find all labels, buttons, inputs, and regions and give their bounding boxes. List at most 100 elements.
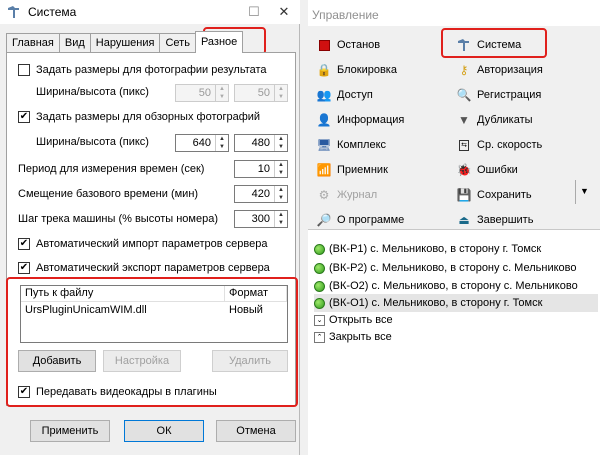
menu-registration[interactable]: 🔍 Регистрация — [456, 85, 542, 105]
period-label: Период для измерения времен (сек) — [18, 163, 205, 175]
tab-network[interactable]: Сеть — [159, 33, 196, 53]
menu-info[interactable]: 👤 Информация — [316, 110, 405, 130]
tab-strip: Главная Вид Нарушения Сеть Разное — [6, 31, 244, 53]
close-icon: ✕ — [278, 4, 290, 19]
menu-exit[interactable]: ⏏ Завершить — [456, 210, 533, 230]
result-width-spinner[interactable]: 50 ▲ ▼ — [175, 84, 229, 102]
col-path-header[interactable]: Путь к файлу — [21, 286, 225, 301]
status-ok-icon — [314, 280, 325, 292]
collapse-all-link[interactable]: ⌃ Закрыть все — [314, 329, 392, 345]
dialog-title: Система — [28, 5, 77, 19]
send-frames-checkbox[interactable]: ✔ — [18, 386, 30, 398]
menu-lock[interactable]: 🔒 Блокировка — [316, 60, 397, 80]
info-user-icon: 👤 — [316, 113, 332, 127]
setup-button[interactable]: Настройка — [103, 350, 181, 372]
camera-item[interactable]: (ВК-Р1) с. Мельниково, в сторону г. Томс… — [314, 240, 598, 258]
auto-import-label: Автоматический импорт параметров сервера — [36, 238, 268, 250]
menu-avg-speed[interactable]: ⇆ Ср. скорость — [456, 135, 542, 155]
spin-arrows-icon: ▲ ▼ — [274, 186, 287, 202]
menu-receiver[interactable]: 📶 Приемник — [316, 160, 388, 180]
overview-size-label: Задать размеры для обзорных фотографий — [36, 111, 261, 123]
bug-icon: 🐞 — [456, 163, 472, 177]
camera-item[interactable]: (ВК-О1) с. Мельниково, в сторону г. Томс… — [314, 294, 598, 312]
plugin-list[interactable]: Путь к файлу Формат UrsPluginUnicamWIM.d… — [20, 285, 288, 343]
menu-system[interactable]: Система — [456, 35, 521, 55]
auto-import-checkbox[interactable]: ✔ — [18, 238, 30, 250]
apply-button[interactable]: Применить — [30, 420, 110, 442]
menu-duplicates-label: Дубликаты — [477, 114, 533, 126]
menu-avg-speed-label: Ср. скорость — [477, 139, 543, 151]
overview-width-spinner[interactable]: 640 ▲ ▼ — [175, 134, 229, 152]
plugin-list-header: Путь к файлу Формат — [21, 286, 287, 302]
menu-duplicates[interactable]: ▼ Дубликаты — [456, 110, 533, 130]
menu-errors[interactable]: 🐞 Ошибки — [456, 160, 518, 180]
plugin-path-cell: UrsPluginUnicamWIM.dll — [25, 304, 147, 316]
send-frames-row[interactable]: ✔ Передавать видеокадры в плагины — [18, 386, 217, 398]
tab-violations[interactable]: Нарушения — [89, 33, 161, 53]
menu-stop-label: Останов — [337, 39, 381, 51]
plugin-format-cell: Новый — [229, 304, 263, 316]
menu-registration-label: Регистрация — [477, 89, 542, 101]
auto-export-label: Автоматический экспорт параметров сервер… — [36, 262, 270, 274]
menu-system-label: Система — [477, 39, 522, 51]
menu-save[interactable]: 💾 Сохранить — [456, 185, 532, 205]
camera-label: (ВК-О2) с. Мельниково, в сторону с. Мель… — [329, 280, 578, 292]
stop-icon — [316, 37, 332, 53]
auto-export-row[interactable]: ✔ Автоматический экспорт параметров серв… — [18, 262, 270, 274]
camera-item[interactable]: (ВК-О2) с. Мельниково, в сторону с. Мель… — [314, 277, 598, 295]
cancel-button[interactable]: Отмена — [216, 420, 296, 442]
overview-height-spinner[interactable]: 480 ▲ ▼ — [234, 134, 288, 152]
expand-all-link[interactable]: ⌄ Открыть все — [314, 312, 393, 328]
overview-size-checkbox[interactable]: ✔ — [18, 111, 30, 123]
col-format-header[interactable]: Формат — [225, 286, 287, 301]
menu-access[interactable]: 👥 Доступ — [316, 85, 373, 105]
expand-all-label: Открыть все — [329, 314, 393, 326]
ok-button[interactable]: ОК — [124, 420, 204, 442]
result-height-spinner[interactable]: 50 ▲ ▼ — [234, 84, 288, 102]
status-ok-icon — [314, 243, 325, 255]
magnifier-icon: 🔍 — [456, 88, 472, 102]
save-icon: 💾 — [456, 188, 472, 202]
menu-receiver-label: Приемник — [337, 164, 388, 176]
tab-view[interactable]: Вид — [58, 33, 91, 53]
camera-label: (ВК-Р1) с. Мельниково, в сторону г. Томс… — [329, 243, 542, 255]
overview-size-checkbox-row[interactable]: ✔ Задать размеры для обзорных фотографий — [18, 111, 260, 123]
result-size-label: Задать размеры для фотографии результата — [36, 64, 267, 76]
dropdown-arrow-icon[interactable]: ▼ — [580, 186, 589, 196]
auto-export-checkbox[interactable]: ✔ — [18, 262, 30, 274]
about-icon: 🔎 — [316, 213, 332, 227]
add-button[interactable]: Добавить — [18, 350, 96, 372]
status-ok-icon — [314, 297, 325, 309]
menu-exit-label: Завершить — [477, 214, 534, 226]
menu-stop[interactable]: Останов — [316, 35, 380, 55]
collapse-all-label: Закрыть все — [329, 331, 392, 343]
monitor-icon: 🖥 — [316, 138, 332, 152]
panel-title: Управление — [312, 8, 379, 22]
menu-about[interactable]: 🔎 О программе — [316, 210, 405, 230]
menu-about-label: О программе — [337, 214, 405, 226]
tab-misc[interactable]: Разное — [194, 31, 244, 53]
overview-wh-label: Ширина/высота (пикс) — [36, 136, 149, 148]
spin-arrows-icon: ▲ ▼ — [274, 85, 287, 101]
menu-auth[interactable]: ⚷ Авторизация — [456, 60, 543, 80]
table-row[interactable]: UrsPluginUnicamWIM.dll Новый — [21, 302, 287, 318]
camera-item[interactable]: (ВК-Р2) с. Мельниково, в сторону с. Мель… — [314, 259, 598, 277]
menu-journal[interactable]: ⚙ Журнал — [316, 185, 378, 205]
maximize-button[interactable]: ☐ — [239, 0, 269, 24]
collapse-icon: ⌃ — [314, 331, 325, 343]
track-step-spinner[interactable]: 300 ▲ ▼ — [234, 210, 288, 228]
result-size-checkbox-row[interactable]: Задать размеры для фотографии результата — [18, 64, 267, 76]
auto-import-row[interactable]: ✔ Автоматический импорт параметров серве… — [18, 238, 267, 250]
menu-access-label: Доступ — [337, 89, 373, 101]
camera-label: (ВК-О1) с. Мельниково, в сторону г. Томс… — [329, 297, 543, 309]
result-size-checkbox[interactable] — [18, 64, 30, 76]
menu-complex[interactable]: 🖥 Комплекс — [316, 135, 386, 155]
period-spinner[interactable]: 10 ▲ ▼ — [234, 160, 288, 178]
result-wh-label: Ширина/высота (пикс) — [36, 86, 149, 98]
delete-button[interactable]: Удалить — [212, 350, 288, 372]
offset-spinner[interactable]: 420 ▲ ▼ — [234, 185, 288, 203]
close-button[interactable]: ✕ — [269, 0, 299, 24]
key-icon: ⚷ — [459, 63, 469, 77]
tab-main[interactable]: Главная — [6, 33, 60, 53]
menu-save-label: Сохранить — [477, 189, 532, 201]
